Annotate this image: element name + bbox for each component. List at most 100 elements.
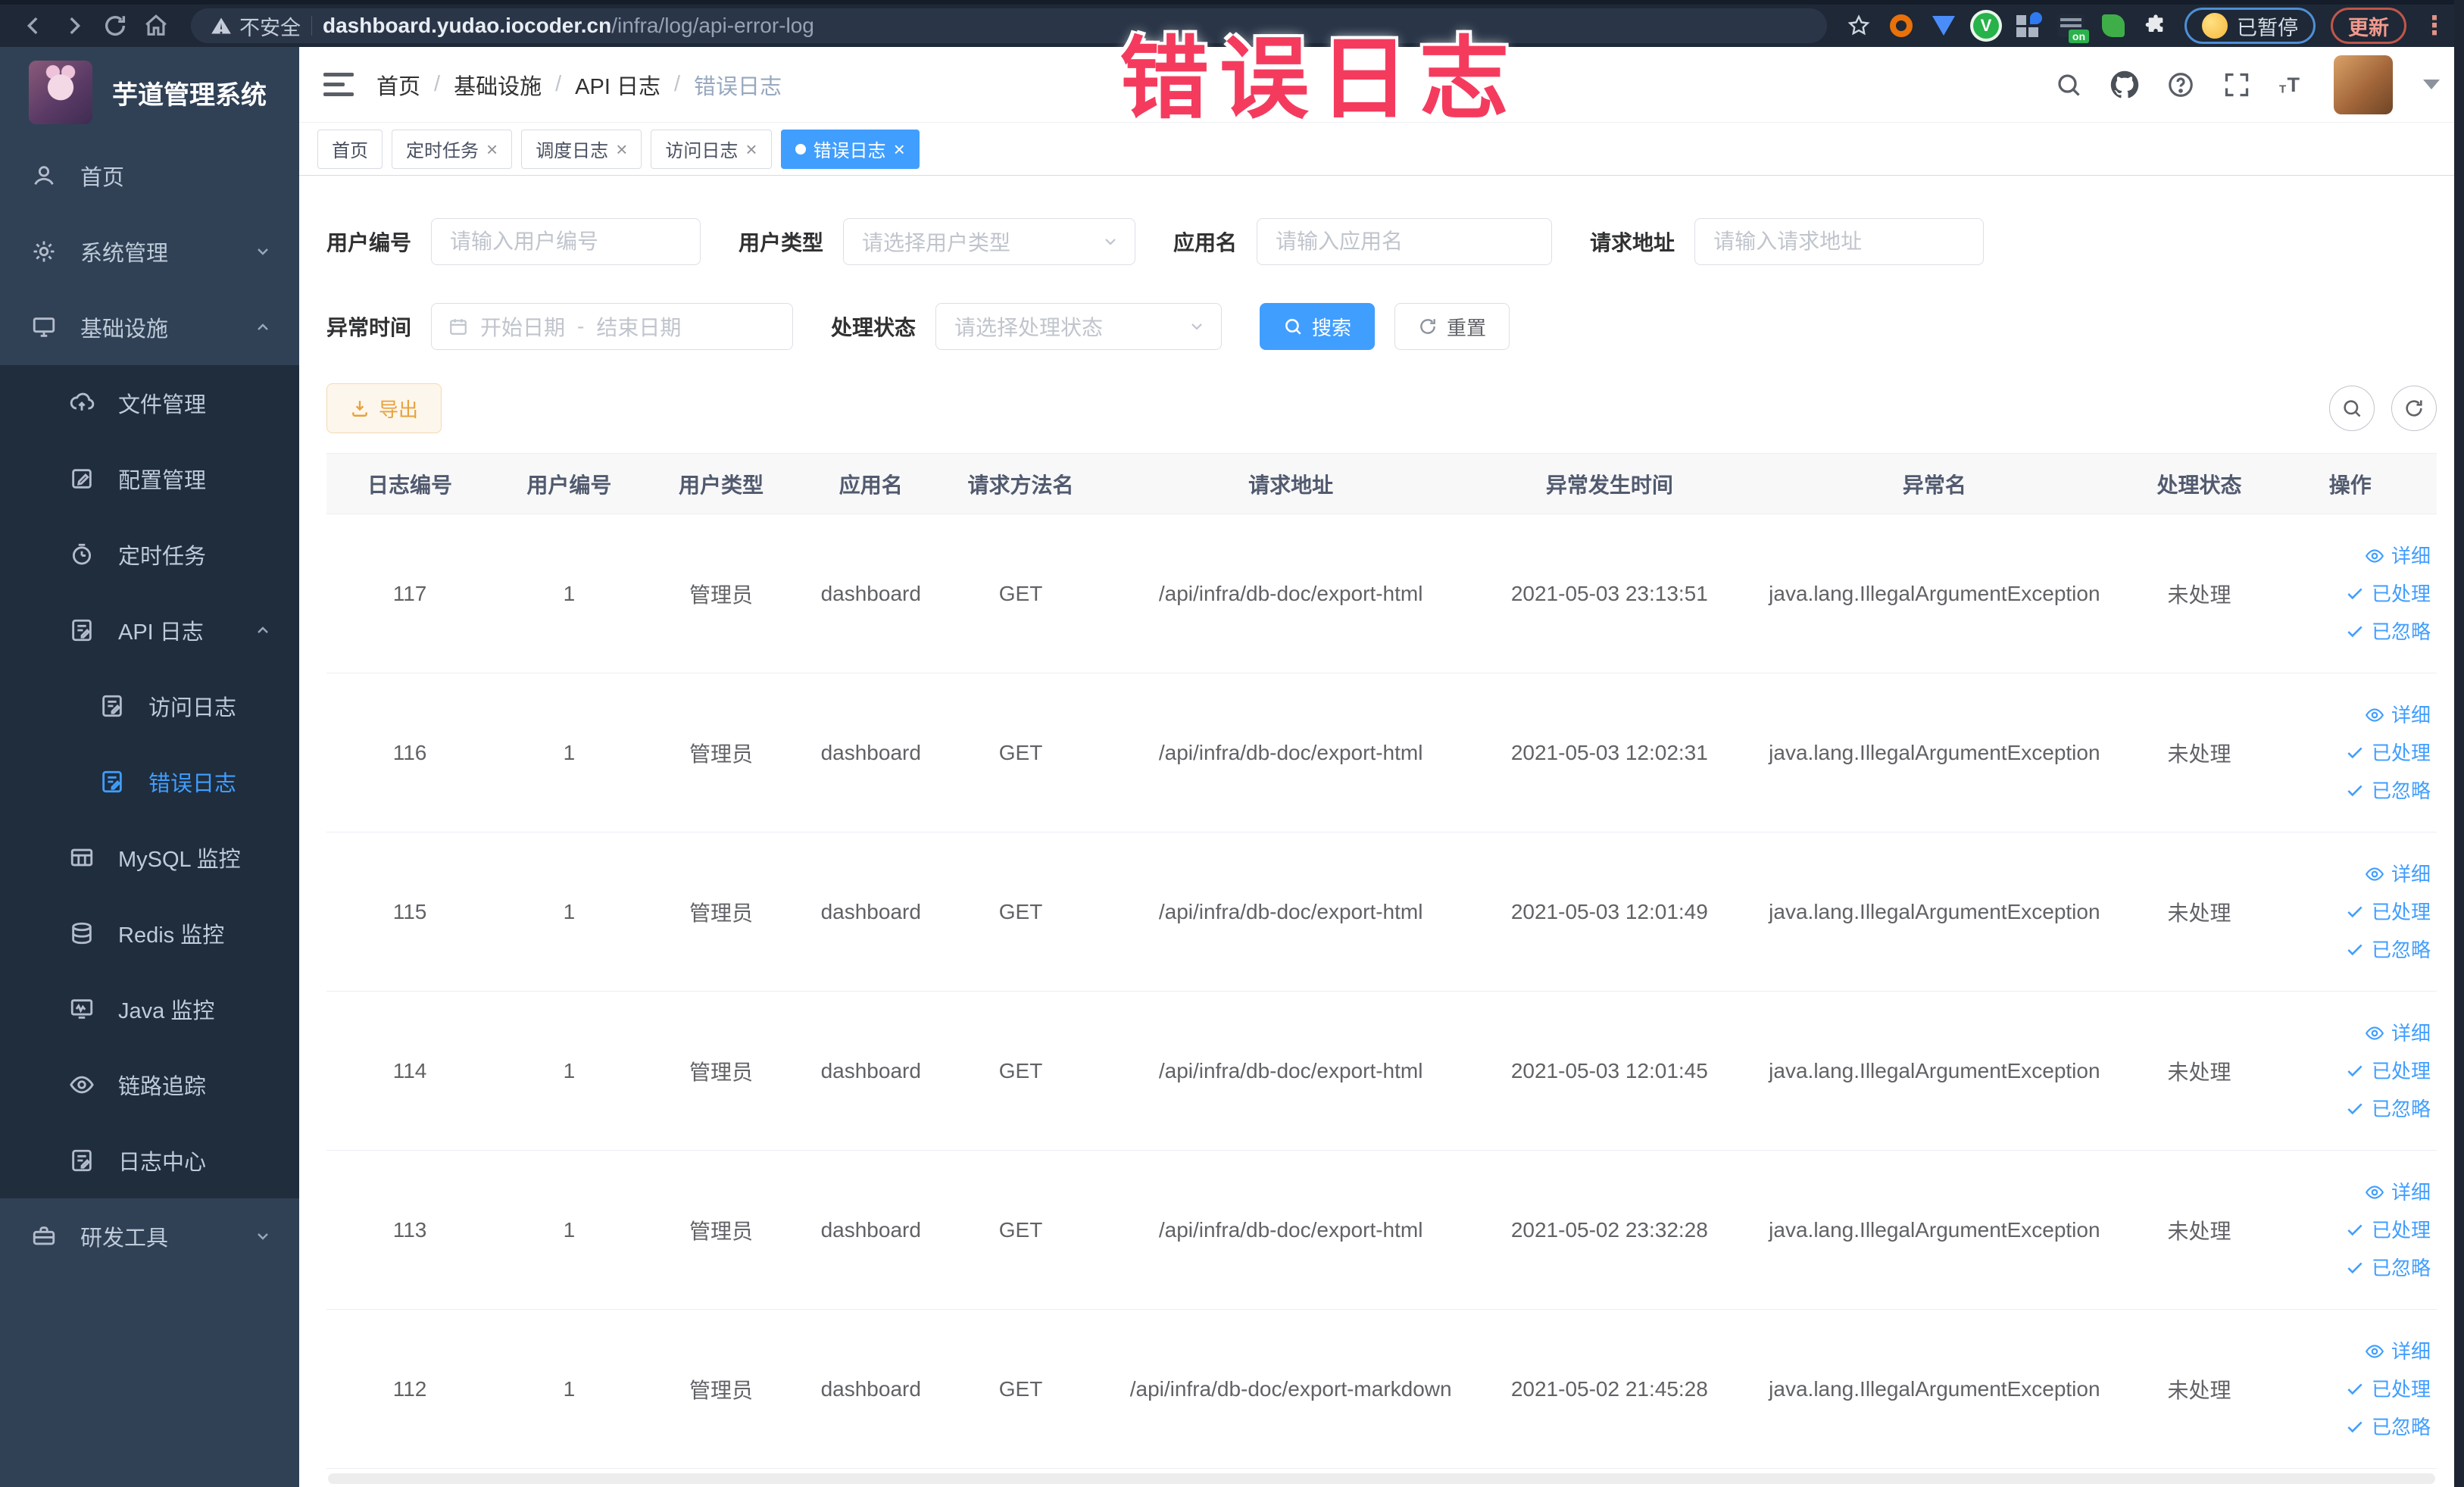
sidebar-item-dev-tools[interactable]: 研发工具	[0, 1198, 299, 1274]
font-size-icon[interactable]: TT	[2278, 70, 2308, 100]
sidebar-item-home[interactable]: 首页	[0, 138, 299, 214]
reset-button[interactable]: 重置	[1394, 303, 1510, 350]
breadcrumb-api-log[interactable]: API 日志	[575, 69, 661, 101]
security-warning[interactable]: 不安全	[211, 11, 301, 41]
active-dot-icon	[795, 143, 806, 155]
extension-grid-icon[interactable]	[2015, 12, 2042, 39]
bookmark-star-icon[interactable]	[1845, 12, 1872, 39]
paused-badge[interactable]: 已暂停	[2184, 8, 2316, 44]
horizontal-scrollbar[interactable]	[328, 1473, 2435, 1484]
user-type-select[interactable]: 请选择用户类型	[843, 218, 1136, 265]
processed-link[interactable]: 已处理	[2263, 1061, 2431, 1082]
date-range-picker[interactable]: 开始日期 - 结束日期	[431, 303, 794, 350]
browser-reload-icon[interactable]	[98, 9, 132, 42]
browser-home-icon[interactable]	[139, 9, 173, 42]
ignored-link[interactable]: 已忽略	[2263, 1257, 2431, 1279]
ignored-link[interactable]: 已忽略	[2263, 780, 2431, 801]
toggle-search-button[interactable]	[2329, 386, 2375, 431]
table-row: 115 1 管理员 dashboard GET /api/infra/db-do…	[326, 832, 2437, 992]
processed-link[interactable]: 已处理	[2263, 1220, 2431, 1241]
tab-dispatch-log[interactable]: 调度日志 ×	[521, 129, 642, 169]
tab-access-log[interactable]: 访问日志 ×	[651, 129, 772, 169]
processed-link[interactable]: 已处理	[2263, 901, 2431, 923]
sidebar-toggle-icon[interactable]	[323, 72, 354, 97]
sidebar-item-error-log[interactable]: 错误日志	[0, 744, 299, 820]
sidebar-item-access-log[interactable]: 访问日志	[0, 668, 299, 744]
user-avatar[interactable]	[2334, 55, 2393, 114]
sidebar-item-mysql-monitor[interactable]: MySQL 监控	[0, 820, 299, 895]
sidebar-item-api-log[interactable]: API 日志	[0, 592, 299, 668]
detail-link[interactable]: 详细	[2263, 1182, 2431, 1203]
breadcrumb-infra[interactable]: 基础设施	[454, 69, 542, 101]
annotation-overlay: 错误日志	[1120, 30, 1520, 130]
extension-blue-icon[interactable]	[1930, 12, 1957, 39]
search-button[interactable]: 搜索	[1260, 303, 1376, 350]
process-status-label: 处理状态	[831, 316, 917, 339]
browser-menu-icon[interactable]: ⋮	[2422, 13, 2447, 39]
process-status-select[interactable]: 请选择处理状态	[935, 303, 1223, 350]
page-content: 用户编号 用户类型 请选择用户类型 应用名	[299, 176, 2464, 1487]
help-icon[interactable]	[2166, 70, 2196, 100]
sidebar-item-infra[interactable]: 基础设施	[0, 289, 299, 365]
user-id-label: 用户编号	[326, 231, 412, 255]
eye-icon	[2364, 545, 2385, 567]
detail-link[interactable]: 详细	[2263, 545, 2431, 567]
extensions-puzzle-icon[interactable]	[2142, 12, 2169, 39]
app-name-input[interactable]	[1257, 218, 1553, 265]
sidebar-item-file-manage[interactable]: 文件管理	[0, 365, 299, 441]
close-icon[interactable]: ×	[616, 139, 627, 159]
refresh-table-button[interactable]	[2391, 386, 2437, 431]
detail-link[interactable]: 详细	[2263, 864, 2431, 885]
extension-leaf-icon[interactable]	[2100, 12, 2127, 39]
table-row: 116 1 管理员 dashboard GET /api/infra/db-do…	[326, 673, 2437, 833]
check-icon	[2344, 621, 2366, 642]
tab-scheduled-jobs[interactable]: 定时任务 ×	[392, 129, 513, 169]
close-icon[interactable]: ×	[894, 139, 905, 159]
caret-down-icon[interactable]	[2423, 80, 2440, 89]
sidebar-item-tracing[interactable]: 链路追踪	[0, 1047, 299, 1123]
close-icon[interactable]: ×	[745, 139, 757, 159]
calendar-icon	[450, 319, 467, 335]
ignored-link[interactable]: 已忽略	[2263, 621, 2431, 642]
sidebar-item-java-monitor[interactable]: Java 监控	[0, 971, 299, 1047]
processed-link[interactable]: 已处理	[2263, 742, 2431, 764]
address-bar[interactable]: 不安全 dashboard.yudao.iocoder.cn/infra/log…	[191, 8, 1827, 43]
detail-link[interactable]: 详细	[2263, 1341, 2431, 1362]
detail-link[interactable]: 详细	[2263, 704, 2431, 726]
fullscreen-icon[interactable]	[2222, 70, 2252, 100]
github-icon[interactable]	[2110, 70, 2140, 100]
date-end-placeholder[interactable]: 结束日期	[596, 311, 681, 342]
app-logo-row[interactable]: 芋道管理系统	[0, 47, 299, 138]
date-start-placeholder[interactable]: 开始日期	[480, 311, 565, 342]
export-button[interactable]: 导出	[326, 383, 442, 433]
col-actions: 操作	[2263, 453, 2437, 514]
detail-link[interactable]: 详细	[2263, 1023, 2431, 1044]
processed-link[interactable]: 已处理	[2263, 583, 2431, 604]
ignored-link[interactable]: 已忽略	[2263, 939, 2431, 961]
search-icon[interactable]	[2053, 70, 2084, 100]
processed-link[interactable]: 已处理	[2263, 1379, 2431, 1400]
check-icon	[2344, 583, 2366, 604]
extension-orange-icon[interactable]	[1888, 12, 1915, 39]
browser-back-icon[interactable]	[17, 9, 50, 42]
request-url-input[interactable]	[1694, 218, 1985, 265]
update-badge[interactable]: 更新	[2331, 8, 2406, 44]
table-row: 117 1 管理员 dashboard GET /api/infra/db-do…	[326, 514, 2437, 673]
close-icon[interactable]: ×	[486, 139, 498, 159]
sidebar-item-redis-monitor[interactable]: Redis 监控	[0, 895, 299, 971]
tab-home[interactable]: 首页	[317, 129, 383, 169]
sidebar-item-log-center[interactable]: 日志中心	[0, 1123, 299, 1198]
extension-onoff-icon[interactable]: on	[2057, 12, 2089, 43]
sidebar-item-config-manage[interactable]: 配置管理	[0, 441, 299, 517]
extension-green-v-icon[interactable]: V	[1972, 12, 2000, 39]
ignored-link[interactable]: 已忽略	[2263, 1417, 2431, 1438]
sidebar-item-scheduled-jobs[interactable]: 定时任务	[0, 517, 299, 592]
check-icon	[2344, 1098, 2366, 1120]
browser-forward-icon[interactable]	[58, 9, 91, 42]
user-id-input[interactable]	[431, 218, 701, 265]
tab-error-log[interactable]: 错误日志 ×	[780, 129, 920, 169]
sidebar-item-system[interactable]: 系统管理	[0, 214, 299, 289]
ignored-link[interactable]: 已忽略	[2263, 1098, 2431, 1120]
sidebar-submenu-infra: 文件管理 配置管理 定时任务 API 日志 访问日志 错误日志 MySQL 监控…	[0, 365, 299, 1198]
breadcrumb-home[interactable]: 首页	[376, 69, 420, 101]
